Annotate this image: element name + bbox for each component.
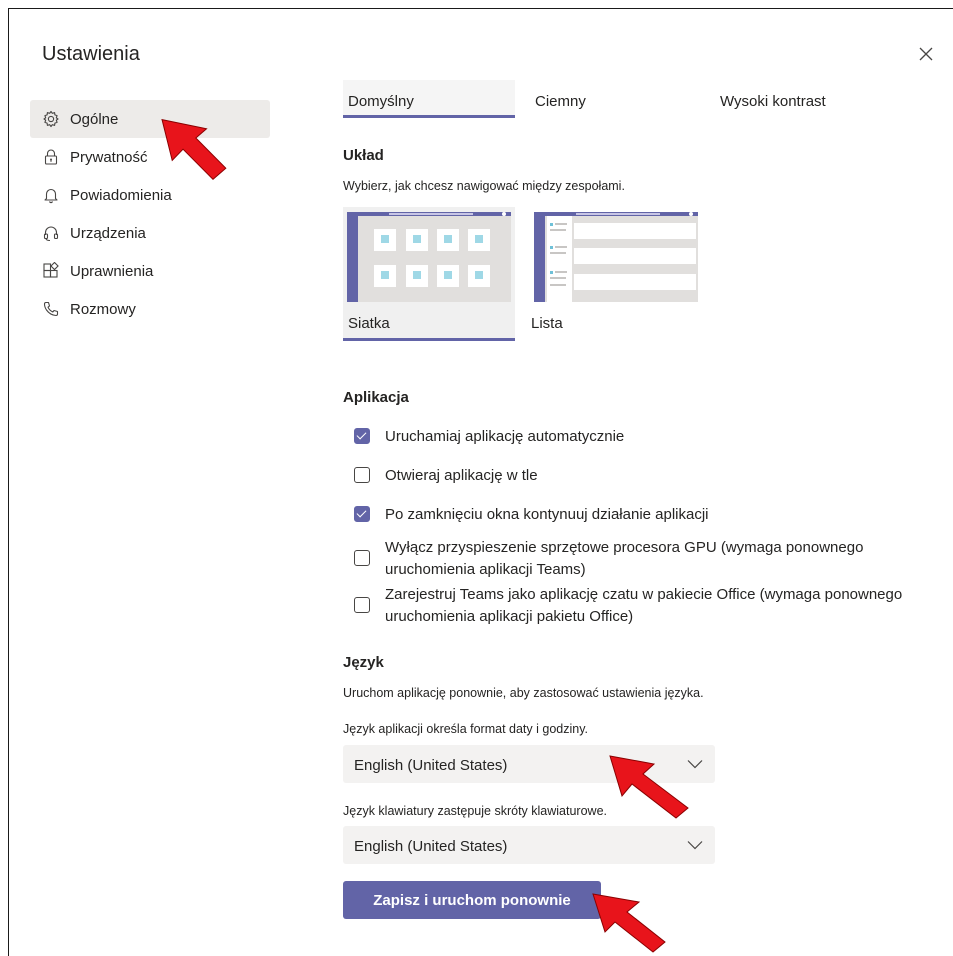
annotation-arrow-icon [609,755,689,819]
layout-option-label: Siatka [348,315,390,332]
chevron-down-icon [687,841,703,850]
bell-icon [42,186,60,204]
lock-icon [42,148,60,166]
checkbox-label: Wyłącz przyspieszenie sprzętowe procesor… [385,539,864,578]
window-border-top [8,8,953,9]
layout-option-list[interactable]: Lista [530,207,702,341]
theme-option-default[interactable]: Domyślny [343,80,515,118]
sidebar-item-label: Urządzenia [70,224,146,242]
checkbox-row-autostart[interactable]: Uruchamiaj aplikację automatycznie [354,426,953,448]
sidebar-item-label: Rozmowy [70,300,136,318]
checkbox-label: Otwieraj aplikację w tle [385,467,538,484]
sidebar-item-permissions[interactable]: Uprawnienia [30,252,270,290]
keyboard-language-value: English (United States) [354,838,508,855]
app-language-label: Język aplikacji określa format daty i go… [343,722,589,736]
gear-icon [42,110,60,128]
sidebar-item-label: Prywatność [70,148,148,166]
checkbox-label: Po zamknięciu okna kontynuuj działanie a… [385,506,709,523]
register-office-chat-checkbox[interactable] [354,597,370,613]
checkbox-row-office-chat[interactable]: Zarejestruj Teams jako aplikację czatu w… [354,584,953,628]
sidebar-item-label: Powiadomienia [70,186,172,204]
app-language-value: English (United States) [354,757,508,774]
layout-description: Wybierz, jak chcesz nawigować między zes… [343,179,625,193]
keyboard-language-label: Język klawiatury zastępuje skróty klawia… [343,804,607,818]
keep-running-checkbox[interactable] [354,506,370,522]
checkbox-label: Uruchamiaj aplikację automatycznie [385,428,625,445]
open-in-background-checkbox[interactable] [354,467,370,483]
phone-icon [42,300,60,318]
dialog-title: Ustawienia [42,43,140,65]
annotation-arrow-icon [592,893,666,953]
sidebar-item-label: Ogólne [70,110,119,128]
annotation-arrow-icon [161,118,227,181]
grid-layout-thumbnail [347,212,511,302]
sidebar-item-calls[interactable]: Rozmowy [30,290,270,328]
app-heading: Aplikacja [343,389,409,406]
keyboard-language-select[interactable]: English (United States) [343,826,715,864]
window-border-left [8,8,9,956]
autostart-checkbox[interactable] [354,428,370,444]
list-layout-thumbnail [534,212,698,302]
checkbox-label: Zarejestruj Teams jako aplikację czatu w… [385,586,903,625]
close-icon[interactable] [916,44,936,64]
sidebar-item-devices[interactable]: Urządzenia [30,214,270,252]
checkbox-row-keep-running[interactable]: Po zamknięciu okna kontynuuj działanie a… [354,504,953,526]
sidebar-item-label: Uprawnienia [70,262,154,280]
checkbox-row-open-background[interactable]: Otwieraj aplikację w tle [354,465,953,487]
layout-option-grid[interactable]: Siatka [343,207,515,341]
theme-selector: Domyślny Ciemny Wysoki kontrast [343,80,903,118]
language-description: Uruchom aplikację ponownie, aby zastosow… [343,686,704,700]
apps-icon [42,262,60,280]
save-and-restart-button[interactable]: Zapisz i uruchom ponownie [343,881,601,919]
theme-option-high-contrast[interactable]: Wysoki kontrast [720,80,826,118]
checkbox-row-disable-gpu[interactable]: Wyłącz przyspieszenie sprzętowe procesor… [354,537,926,581]
layout-option-label: Lista [531,315,563,332]
disable-gpu-checkbox[interactable] [354,550,370,566]
theme-option-dark[interactable]: Ciemny [535,80,586,118]
headset-icon [42,224,60,242]
layout-heading: Układ [343,147,384,164]
language-heading: Język [343,654,384,671]
